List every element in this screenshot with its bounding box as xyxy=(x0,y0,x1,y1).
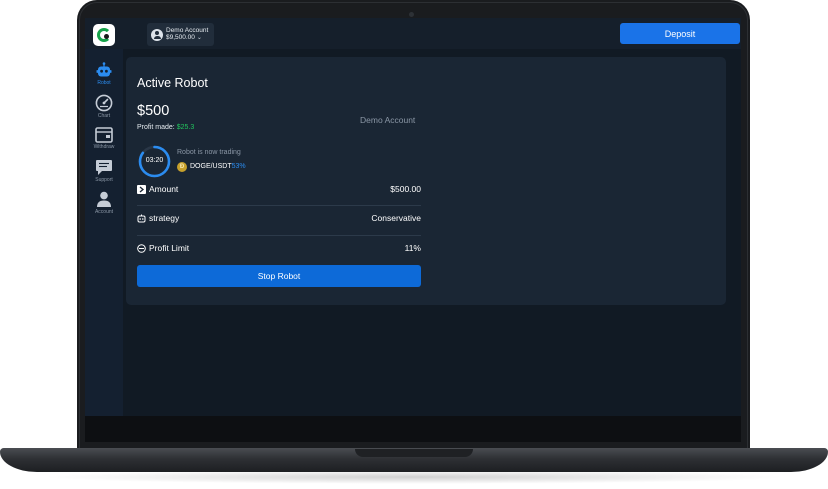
sidebar-item-account[interactable]: Account xyxy=(85,191,123,215)
sidebar: Robot Chart Withdraw Support Account xyxy=(85,49,123,416)
amount-value: $500.00 xyxy=(390,184,421,194)
pair-percent: 53% xyxy=(231,163,246,170)
trading-pair: DOGE/USDT53% xyxy=(190,163,246,170)
active-robot-card: Active Robot $500 Profit made: $25.3 Dem… xyxy=(126,57,726,305)
sidebar-item-robot[interactable]: Robot xyxy=(85,62,123,86)
amount-row: Amount $500.00 xyxy=(137,182,421,196)
card-title: Active Robot xyxy=(137,76,208,90)
trading-status: Robot is now trading xyxy=(177,149,241,156)
sidebar-label-withdraw: Withdraw xyxy=(93,144,115,150)
sidebar-label-support: Support xyxy=(95,177,113,183)
profit-made: Profit made: $25.3 xyxy=(137,124,194,131)
stop-robot-button[interactable]: Stop Robot xyxy=(137,265,421,287)
logo-icon xyxy=(97,28,111,42)
user-icon xyxy=(97,191,111,207)
profit-label: Profit made: xyxy=(137,124,175,131)
app-logo[interactable] xyxy=(93,24,115,46)
sidebar-item-withdraw[interactable]: Withdraw xyxy=(85,127,123,150)
profit-value: $25.3 xyxy=(176,124,195,131)
gauge-icon xyxy=(95,94,113,112)
arrow-icon xyxy=(137,184,146,194)
strategy-value: Conservative xyxy=(371,213,421,223)
profit-limit-row: Profit Limit 11% xyxy=(137,241,421,255)
screen-bezel xyxy=(85,416,741,442)
timer-value: 03:20 xyxy=(145,157,164,164)
divider xyxy=(137,205,421,206)
robot-amount: $500 xyxy=(137,103,170,119)
profit-limit-value: 11% xyxy=(404,243,421,253)
deposit-button[interactable]: Deposit xyxy=(620,23,740,44)
doge-coin-icon: Ð xyxy=(177,162,187,172)
account-avatar-icon xyxy=(151,28,163,41)
laptop-notch xyxy=(355,449,473,457)
limit-icon xyxy=(137,243,146,253)
account-type: Demo Account xyxy=(360,115,416,125)
robot-icon xyxy=(137,214,146,222)
wallet-icon xyxy=(95,127,113,143)
laptop-shadow xyxy=(40,470,788,484)
strategy-label: strategy xyxy=(149,213,180,223)
strategy-row: strategy Conservative xyxy=(137,211,421,225)
chevron-down-icon: ⌄ xyxy=(196,35,202,41)
profit-limit-label: Profit Limit xyxy=(149,243,190,253)
robot-icon xyxy=(96,62,112,77)
app-screen: Demo Account $9,500.00 ⌄ Deposit Robot C… xyxy=(85,18,741,416)
sidebar-item-support[interactable]: Support xyxy=(85,159,123,183)
camera-icon xyxy=(409,12,414,17)
account-switcher[interactable]: Demo Account $9,500.00 ⌄ xyxy=(147,23,214,46)
amount-label: Amount xyxy=(149,184,179,194)
sidebar-label-robot: Robot xyxy=(97,80,111,86)
sidebar-item-chart[interactable]: Chart xyxy=(85,94,123,119)
pair-name: DOGE/USDT xyxy=(190,163,232,170)
divider xyxy=(137,235,421,236)
sidebar-label-account: Account xyxy=(94,209,114,215)
top-bar: Demo Account $9,500.00 ⌄ Deposit xyxy=(85,18,741,49)
sidebar-label-chart: Chart xyxy=(97,113,111,119)
chat-icon xyxy=(96,160,112,175)
account-balance: $9,500.00 ⌄ xyxy=(166,34,202,41)
